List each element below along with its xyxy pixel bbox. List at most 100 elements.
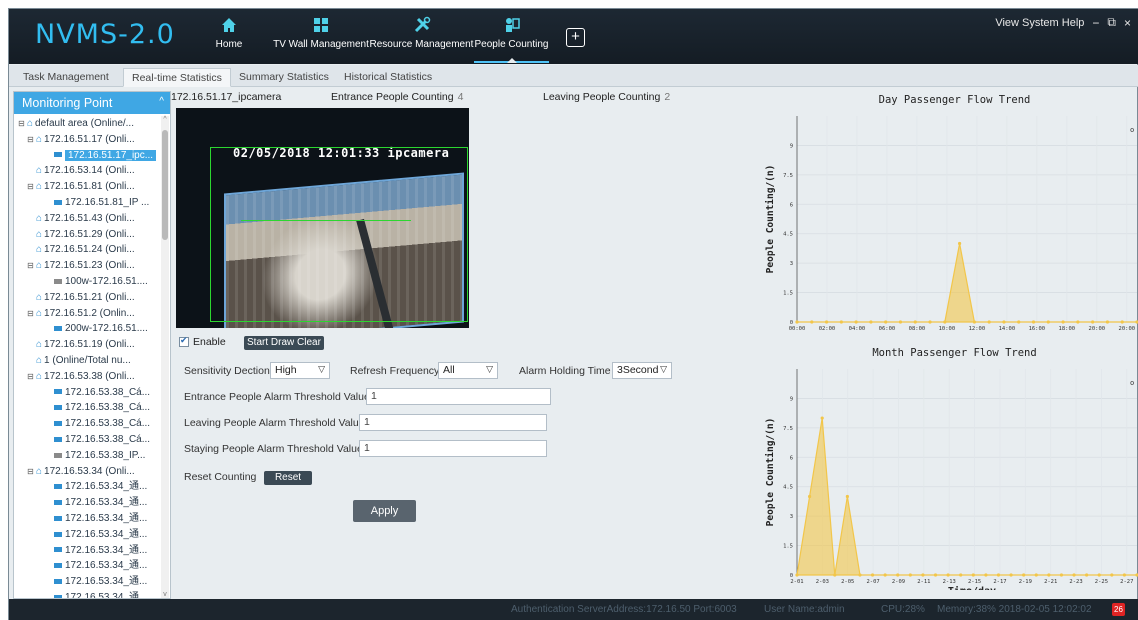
detection-area[interactable]	[210, 147, 468, 322]
camera-icon	[54, 152, 62, 158]
top-bar: NVMS-2.0 Home TV Wall Management Resourc…	[9, 9, 1138, 64]
tree-item[interactable]: 172.16.53.34_通...	[14, 558, 158, 574]
tree-item[interactable]: 172.16.53.34_通...	[14, 479, 158, 495]
camera-icon	[54, 484, 62, 490]
refresh-select[interactable]: All ▽	[438, 362, 498, 379]
tab-summary-statistics[interactable]: Summary Statistics	[231, 68, 337, 87]
alert-badge[interactable]: 26	[1112, 603, 1125, 616]
cpu-status: CPU:28%	[881, 604, 925, 615]
tree-item[interactable]: 172.16.51.17_ipc...	[14, 148, 158, 164]
tree-item[interactable]: 172.16.53.38_Cá...	[14, 416, 158, 432]
alarm-holding-select[interactable]: 3Seconds ▽	[612, 362, 672, 379]
data-point	[870, 573, 875, 577]
tree-item[interactable]: ⌂ 172.16.51.19 (Onli...	[14, 337, 158, 353]
data-point	[845, 494, 849, 499]
tree-item[interactable]: ⊟ ⌂ 172.16.51.2 (Onlin...	[14, 306, 158, 322]
tree-item[interactable]: 172.16.53.38_Cá...	[14, 385, 158, 401]
nav-tv-wall[interactable]: TV Wall Management	[271, 13, 371, 63]
tree-item[interactable]: 172.16.53.34_通...	[14, 590, 158, 598]
tree-item[interactable]: 172.16.53.34_通...	[14, 527, 158, 543]
tree-item[interactable]: ⌂ 172.16.53.14 (Onli...	[14, 163, 158, 179]
camera-icon	[54, 515, 62, 521]
tree-item[interactable]: ⊟ ⌂ 172.16.51.17 (Onli...	[14, 132, 158, 148]
area-icon: ⌂	[36, 212, 43, 224]
expand-toggle-icon[interactable]: ⊟	[27, 179, 36, 195]
area-icon: ⌂	[36, 181, 43, 193]
nav-resource[interactable]: Resource Management	[369, 13, 474, 63]
system-menu[interactable]: View System Help	[995, 17, 1084, 29]
add-module-button[interactable]: +	[566, 28, 585, 47]
scroll-up-icon[interactable]: ^	[161, 116, 169, 123]
tree-item[interactable]: ⌂ 172.16.51.43 (Onli...	[14, 211, 158, 227]
scroll-down-icon[interactable]: v	[161, 591, 169, 598]
restore-icon[interactable]: ⧉	[1107, 15, 1116, 30]
refresh-label: Refresh Frequency	[350, 365, 440, 377]
apply-button[interactable]: Apply	[353, 500, 416, 522]
tab-historical-statistics[interactable]: Historical Statistics	[336, 68, 440, 87]
tree-item[interactable]: ⊟ ⌂ 172.16.53.38 (Onli...	[14, 369, 158, 385]
tree-item[interactable]: ⌂ 1 (Online/Total nu...	[14, 353, 158, 369]
series-area	[797, 243, 1137, 323]
area-icon: ⌂	[36, 307, 43, 319]
tree-item-label: 172.16.51.17 (Onli...	[44, 133, 135, 145]
data-point	[883, 573, 887, 577]
staying-threshold-input[interactable]: 1	[359, 440, 547, 457]
start-draw-button[interactable]: Start Draw	[244, 336, 298, 350]
expand-toggle-icon[interactable]: ⊟	[27, 464, 36, 480]
nav-home[interactable]: Home	[214, 13, 244, 63]
counting-line[interactable]	[241, 220, 411, 221]
data-point	[1072, 573, 1076, 577]
data-point	[820, 416, 824, 420]
tree-item[interactable]: 172.16.53.34_通...	[14, 574, 158, 590]
data-point	[943, 320, 947, 324]
x-tick-label: 2-11	[917, 579, 930, 585]
tab-task-management[interactable]: Task Management	[15, 68, 117, 87]
tree-item[interactable]: ⊟ ⌂ default area (Online/...	[14, 116, 158, 132]
tab-real-time-statistics[interactable]: Real-time Statistics	[123, 68, 231, 87]
tree-item[interactable]: 172.16.53.34_通...	[14, 511, 158, 527]
data-point	[1059, 573, 1064, 577]
tree-item-label: 172.16.51.21 (Onli...	[44, 291, 135, 303]
enable-checkbox[interactable]	[179, 335, 189, 347]
expand-toggle-icon[interactable]: ⊟	[18, 116, 27, 132]
close-icon[interactable]: ×	[1124, 16, 1131, 30]
expand-toggle-icon[interactable]: ⊟	[27, 258, 36, 274]
tree-item[interactable]: ⊟ ⌂ 172.16.51.23 (Onli...	[14, 258, 158, 274]
tree-item[interactable]: ⌂ 172.16.51.21 (Onli...	[14, 290, 158, 306]
nav-people-counting[interactable]: People Counting	[474, 13, 549, 63]
reset-button[interactable]: Reset	[264, 471, 312, 485]
monitoring-point-header[interactable]: Monitoring Point ^	[14, 92, 170, 114]
tree-item[interactable]: 172.16.53.34_通...	[14, 543, 158, 559]
tree-item[interactable]: 172.16.53.34_通...	[14, 495, 158, 511]
tree-scrollbar[interactable]: ^ v	[161, 116, 169, 598]
entrance-threshold-input[interactable]: 1	[366, 388, 551, 405]
data-point	[984, 573, 988, 577]
tree-item[interactable]: ⌂ 172.16.51.29 (Onli...	[14, 227, 158, 243]
chevron-up-icon[interactable]: ^	[159, 96, 164, 107]
minimize-icon[interactable]: −	[1092, 16, 1099, 30]
tree-item-label: 172.16.53.38_Cá...	[65, 433, 151, 445]
data-point	[972, 320, 976, 324]
expand-toggle-icon[interactable]: ⊟	[27, 306, 36, 322]
tree-item[interactable]: 172.16.53.38_Cá...	[14, 432, 158, 448]
leaving-threshold-input[interactable]: 1	[359, 414, 547, 431]
camera-icon	[54, 436, 62, 442]
tree-item[interactable]: 172.16.51.81_IP ...	[14, 195, 158, 211]
tree-item[interactable]: 172.16.53.38_IP...	[14, 448, 158, 464]
nav-home-label: Home	[215, 39, 243, 50]
tree-item[interactable]: ⌂ 172.16.51.24 (Onli...	[14, 242, 158, 258]
clear-button[interactable]: Clear	[294, 336, 324, 350]
tree-item[interactable]: 100w-172.16.51....	[14, 274, 158, 290]
y-tick-label: 3	[790, 261, 793, 267]
tree-item[interactable]: ⊟ ⌂ 172.16.53.34 (Onli...	[14, 464, 158, 480]
scroll-thumb[interactable]	[162, 130, 168, 240]
live-video[interactable]: 02/05/2018 12:01:33 ipcamera	[176, 108, 469, 328]
tree-item[interactable]: ⊟ ⌂ 172.16.51.81 (Onli...	[14, 179, 158, 195]
tree-item[interactable]: 172.16.53.38_Cá...	[14, 400, 158, 416]
area-icon: ⌂	[36, 370, 43, 382]
expand-toggle-icon[interactable]: ⊟	[27, 132, 36, 148]
sensitivity-select[interactable]: High ▽	[270, 362, 330, 379]
tree-item-label: 1 (Online/Total nu...	[44, 354, 131, 366]
expand-toggle-icon[interactable]: ⊟	[27, 369, 36, 385]
tree-item[interactable]: 200w-172.16.51....	[14, 321, 158, 337]
